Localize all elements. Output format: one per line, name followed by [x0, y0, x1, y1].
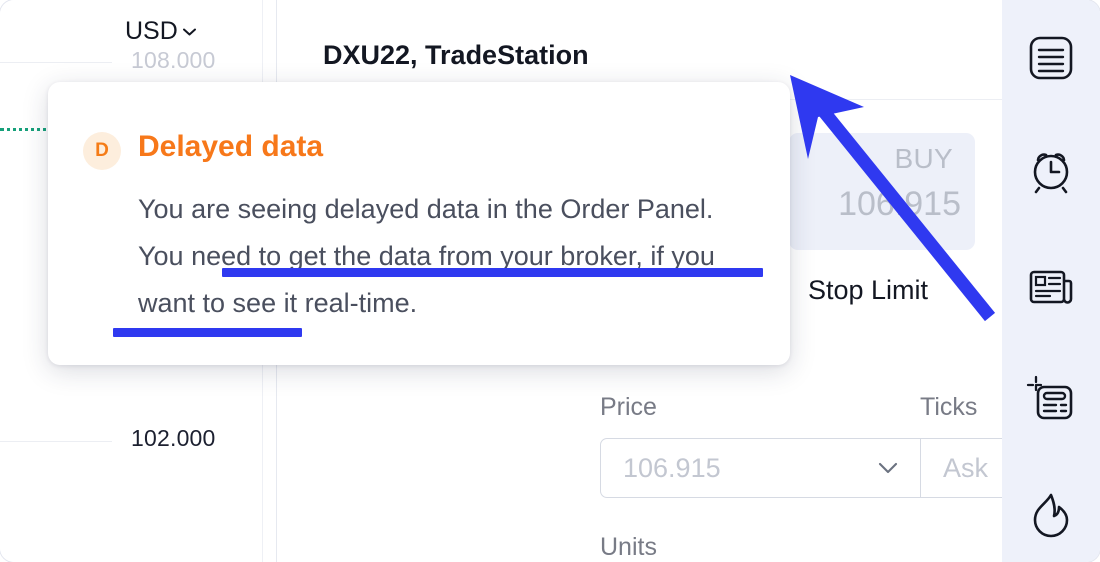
news-icon[interactable]	[1026, 262, 1076, 312]
chevron-down-icon[interactable]	[878, 462, 898, 474]
price-field-label: Price	[600, 393, 657, 421]
alert-clock-icon[interactable]	[1026, 145, 1076, 195]
price-ticks-input-row: 106.915 Ask	[600, 438, 1002, 498]
hotlist-flame-icon[interactable]	[1026, 490, 1076, 540]
order-panel-title: DXU22, TradeStation	[323, 40, 589, 70]
chevron-down-icon	[182, 28, 196, 35]
watchlist-icon[interactable]	[1026, 33, 1076, 83]
price-input[interactable]: 106.915	[601, 439, 921, 497]
tooltip-title: Delayed data	[138, 130, 324, 163]
tooltip-body: You are seeing delayed data in the Order…	[138, 194, 715, 318]
chart-gridline	[0, 62, 112, 63]
currency-selector[interactable]: USD	[125, 17, 196, 46]
buy-label: BUY	[894, 143, 953, 174]
currency-label: USD	[125, 17, 178, 45]
price-input-value: 106.915	[623, 452, 721, 483]
chart-gridline	[0, 441, 112, 442]
annotation-underline	[113, 328, 302, 337]
order-type-label[interactable]: Stop Limit	[808, 275, 928, 306]
ticks-input[interactable]: Ask	[921, 439, 1002, 497]
units-field-label: Units	[600, 533, 657, 561]
ticks-input-value: Ask	[943, 452, 989, 483]
annotation-underline	[222, 268, 763, 277]
buy-button[interactable]: BUY 106.915	[789, 133, 975, 250]
trading-app-window: 108.000 102.000 USD DXU22, TradeStation …	[0, 0, 1100, 562]
price-axis-label: 108.000	[131, 47, 216, 73]
tooltip-badge: D	[83, 132, 121, 170]
delayed-data-tooltip: D Delayed data You are seeing delayed da…	[48, 82, 790, 365]
ticks-field-label: Ticks	[920, 393, 978, 421]
right-sidebar	[1002, 0, 1100, 562]
buy-price: 106.915	[838, 185, 961, 223]
price-axis-label: 102.000	[131, 425, 216, 451]
data-window-icon[interactable]	[1026, 373, 1076, 423]
